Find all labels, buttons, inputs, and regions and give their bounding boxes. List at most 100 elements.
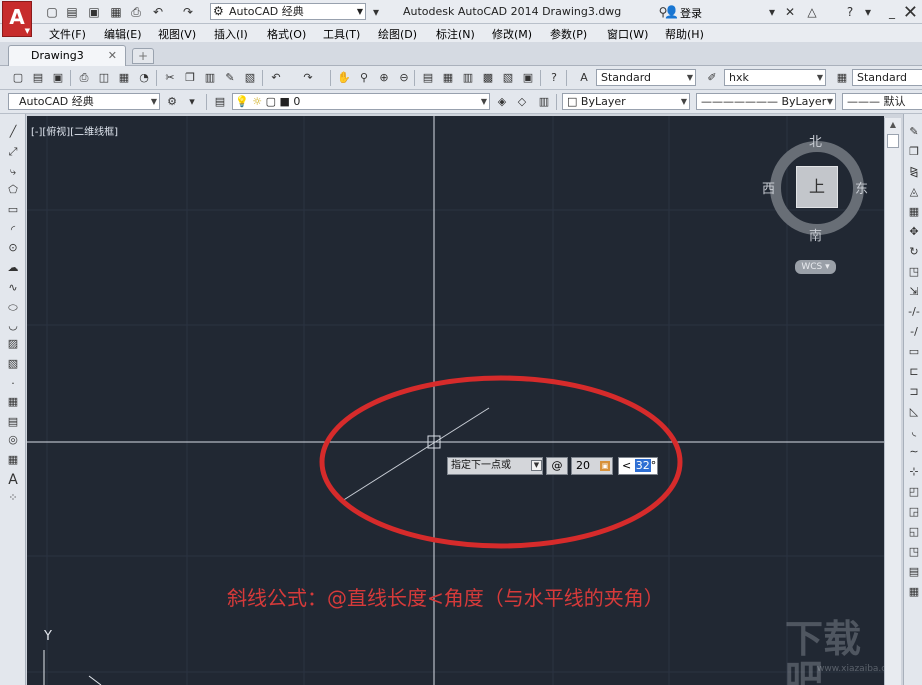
- redo-icon[interactable]: ↷: [300, 70, 316, 86]
- circle-icon[interactable]: ⊙: [5, 240, 21, 256]
- zoom-realtime-icon[interactable]: ⚲: [356, 70, 372, 86]
- break-at-point-icon[interactable]: ▭: [906, 344, 922, 360]
- quickcalc-icon[interactable]: ▣: [520, 70, 536, 86]
- workspace-select[interactable]: ⚙ AutoCAD 经典 ▼: [210, 3, 366, 20]
- menu-tools[interactable]: 工具(T): [323, 26, 360, 42]
- add-selected-icon[interactable]: ⁘: [5, 490, 21, 506]
- login-link[interactable]: 登录: [680, 5, 702, 21]
- print-icon[interactable]: ⎙: [128, 4, 144, 20]
- offset-icon[interactable]: ◬: [906, 184, 922, 200]
- undo-icon[interactable]: ↶: [150, 4, 166, 20]
- application-menu-button[interactable]: A ▼: [2, 1, 32, 37]
- menu-insert[interactable]: 插入(I): [214, 26, 248, 42]
- menu-view[interactable]: 视图(V): [158, 26, 196, 42]
- dimension-style-icon[interactable]: ✐: [704, 70, 720, 86]
- menu-parametric[interactable]: 参数(P): [550, 26, 587, 42]
- spline-icon[interactable]: ∿: [5, 280, 21, 296]
- copy-icon[interactable]: ❐: [182, 70, 198, 86]
- scroll-thumb[interactable]: [887, 134, 899, 148]
- properties-icon[interactable]: ▤: [420, 70, 436, 86]
- workspace-select[interactable]: AutoCAD 经典 ▼: [8, 93, 160, 110]
- markup-icon[interactable]: ▧: [500, 70, 516, 86]
- paste-icon[interactable]: ▥: [202, 70, 218, 86]
- move-icon[interactable]: ✥: [906, 224, 922, 240]
- undo-icon[interactable]: ↶: [268, 70, 284, 86]
- workspace-settings-icon[interactable]: ⚙: [164, 94, 180, 110]
- linetype-select[interactable]: ——————— ByLayer ▼: [696, 93, 836, 110]
- tab-drawing3[interactable]: Drawing3 ✕: [8, 45, 126, 66]
- close-icon[interactable]: ✕: [903, 2, 918, 23]
- wcs-menu-button[interactable]: WCS ▾: [795, 260, 836, 274]
- text-to-front-icon[interactable]: ▤: [906, 564, 922, 580]
- plot-icon[interactable]: ⎙: [76, 70, 92, 86]
- new-file-icon[interactable]: ▢: [44, 4, 60, 20]
- table-style-icon[interactable]: ▦: [834, 70, 850, 86]
- save-icon[interactable]: ▣: [86, 4, 102, 20]
- compass-north[interactable]: 北: [809, 131, 822, 150]
- chamfer-icon[interactable]: ◺: [906, 404, 922, 420]
- color-select[interactable]: □ ByLayer ▼: [562, 93, 690, 110]
- workspace-dropdown-icon[interactable]: ▾: [184, 94, 200, 110]
- ellipse-arc-icon[interactable]: ◡: [5, 318, 21, 334]
- layer-previous-icon[interactable]: ◇: [514, 94, 530, 110]
- redo-icon[interactable]: ↷: [180, 4, 196, 20]
- 3d-print-icon[interactable]: ◔: [136, 70, 152, 86]
- zoom-window-icon[interactable]: ⊕: [376, 70, 392, 86]
- construction-line-icon[interactable]: ⤢: [5, 144, 21, 160]
- make-current-layer-icon[interactable]: ◈: [494, 94, 510, 110]
- menu-window[interactable]: 窗口(W): [607, 26, 648, 42]
- menu-dimension[interactable]: 标注(N): [436, 26, 475, 42]
- publish-icon[interactable]: ▦: [116, 70, 132, 86]
- table-style-select[interactable]: Standard: [852, 69, 922, 86]
- copy-object-icon[interactable]: ❐: [906, 144, 922, 160]
- help-icon[interactable]: ?: [842, 4, 858, 20]
- scroll-up-arrow-icon[interactable]: ▲: [885, 118, 901, 132]
- draworder-back-icon[interactable]: ◲: [906, 504, 922, 520]
- connect-icon[interactable]: △: [804, 4, 820, 20]
- break-icon[interactable]: ⊏: [906, 364, 922, 380]
- dynamic-input-options-arrow[interactable]: ▼: [531, 460, 542, 471]
- customize-quick-access-icon[interactable]: ▾: [368, 4, 384, 20]
- viewcube[interactable]: 上 北 南 东 西 WCS ▾: [762, 131, 872, 291]
- layer-select[interactable]: 💡 ☼ ▢ ■ 0 ▼: [232, 93, 490, 110]
- save-as-icon[interactable]: ▦: [108, 4, 124, 20]
- menu-help[interactable]: 帮助(H): [665, 26, 704, 42]
- compass-east[interactable]: 东: [855, 178, 868, 197]
- new-icon[interactable]: ▢: [10, 70, 26, 86]
- match-properties-icon[interactable]: ✎: [222, 70, 238, 86]
- compass-south[interactable]: 南: [809, 225, 822, 244]
- revision-cloud-icon[interactable]: ☁: [5, 260, 21, 276]
- fillet-icon[interactable]: ◟: [906, 424, 922, 440]
- hatch-icon[interactable]: ▦: [5, 394, 21, 410]
- menu-file[interactable]: 文件(F): [49, 26, 86, 42]
- save-icon[interactable]: ▣: [50, 70, 66, 86]
- text-style-select[interactable]: Standard ▼: [596, 69, 696, 86]
- stretch-icon[interactable]: ⇲: [906, 284, 922, 300]
- layer-properties-icon[interactable]: ▤: [212, 94, 228, 110]
- extend-icon[interactable]: -/: [906, 324, 922, 340]
- exchange-apps-icon[interactable]: ▾: [764, 4, 780, 20]
- sheet-set-icon[interactable]: ▩: [480, 70, 496, 86]
- polygon-icon[interactable]: ⬠: [5, 182, 21, 198]
- menu-draw[interactable]: 绘图(D): [378, 26, 417, 42]
- ellipse-icon[interactable]: ⬭: [5, 300, 21, 316]
- minimize-icon[interactable]: _: [884, 4, 900, 20]
- zoom-previous-icon[interactable]: ⊖: [396, 70, 412, 86]
- draworder-above-icon[interactable]: ◱: [906, 524, 922, 540]
- viewcube-top-face[interactable]: 上: [796, 166, 838, 208]
- menu-edit[interactable]: 编辑(E): [104, 26, 142, 42]
- viewport-controls[interactable]: [-][俯视][二维线框]: [31, 123, 118, 138]
- text-style-icon[interactable]: A: [576, 70, 592, 86]
- arc-icon[interactable]: ◜: [5, 222, 21, 238]
- gradient-icon[interactable]: ▤: [5, 414, 21, 430]
- blend-curves-icon[interactable]: ∼: [906, 444, 922, 460]
- polyline-icon[interactable]: ⤷: [5, 164, 21, 180]
- lineweight-select[interactable]: ——— 默认: [842, 93, 922, 110]
- table-icon[interactable]: ▦: [5, 452, 21, 468]
- point-icon[interactable]: ·: [5, 376, 21, 392]
- join-icon[interactable]: ⊐: [906, 384, 922, 400]
- dynamic-input-angle-field[interactable]: < 32°: [618, 457, 658, 475]
- new-tab-button[interactable]: +: [132, 48, 154, 64]
- trim-icon[interactable]: -/-: [906, 304, 922, 320]
- design-center-icon[interactable]: ▦: [440, 70, 456, 86]
